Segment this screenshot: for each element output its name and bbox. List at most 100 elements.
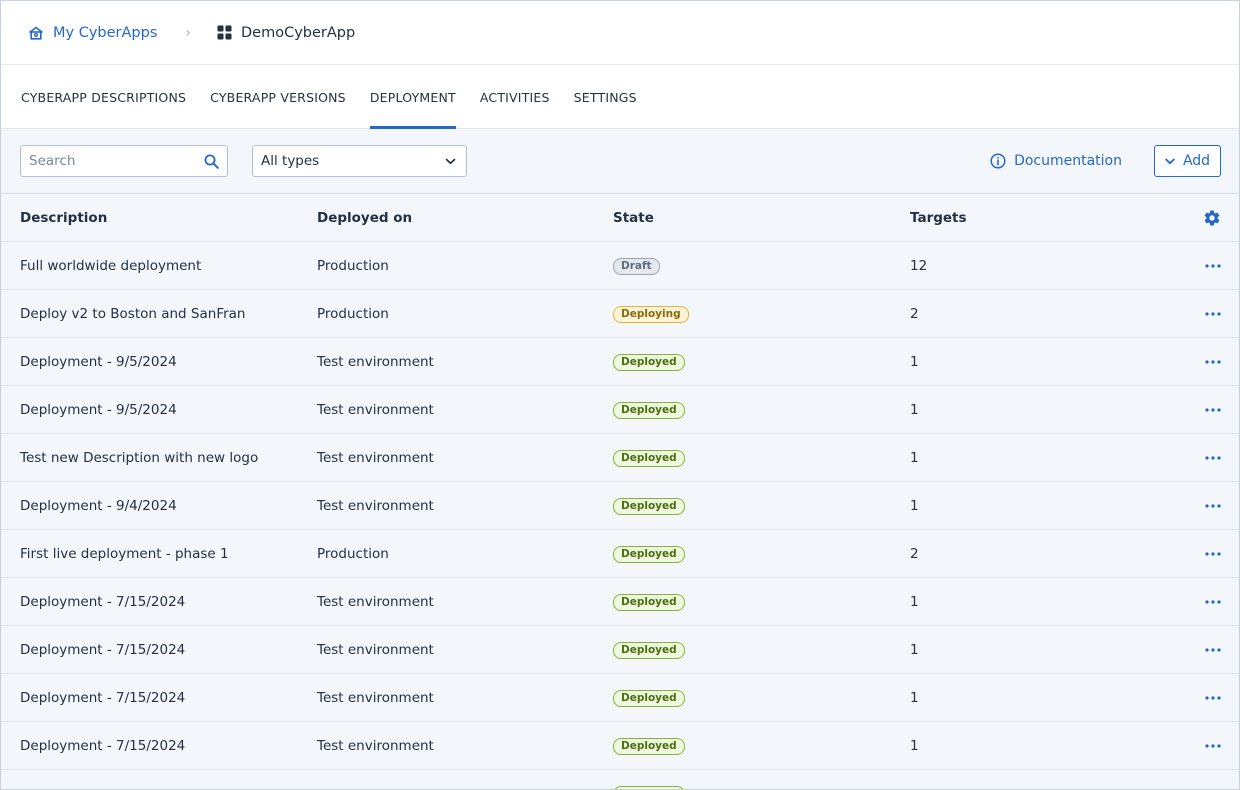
- cell-targets: 12: [910, 257, 928, 274]
- table-body: Full worldwide deployment Production Draft…: [1, 242, 1239, 789]
- cell-state: Draft: [613, 257, 910, 275]
- row-actions-button[interactable]: [1205, 551, 1221, 556]
- row-actions-button[interactable]: [1205, 503, 1221, 508]
- home-icon: [29, 26, 43, 40]
- table-row[interactable]: Deployment - 7/15/2024 Test environment De…: [1, 578, 1239, 626]
- tab-cyberapp-versions[interactable]: CYBERAPP VERSIONS: [210, 65, 346, 128]
- cell-deployed-on: Test environment: [317, 401, 434, 418]
- more-horizontal-icon: [1205, 599, 1221, 604]
- cell-deployed-on: Test environment: [317, 497, 434, 514]
- row-actions-button[interactable]: [1205, 743, 1221, 748]
- table-header-row: Description Deployed on State Targets: [1, 194, 1239, 242]
- tab-settings[interactable]: SETTINGS: [574, 65, 637, 128]
- table-row[interactable]: Deployed: [1, 770, 1239, 789]
- row-actions-button[interactable]: [1205, 647, 1221, 652]
- column-header-targets[interactable]: Targets: [910, 210, 1110, 226]
- column-header-description[interactable]: Description: [20, 210, 317, 226]
- apps-grid-icon: [217, 25, 232, 40]
- row-actions-button[interactable]: [1205, 695, 1221, 700]
- tab-deployment[interactable]: DEPLOYMENT: [369, 65, 456, 129]
- cell-state: Deploying: [613, 305, 910, 323]
- cell-description: Deploy v2 to Boston and SanFran: [20, 305, 246, 322]
- add-button-label: Add: [1182, 153, 1211, 169]
- cell-description: Deployment - 7/15/2024: [20, 737, 186, 754]
- cell-state: Deployed: [613, 593, 910, 611]
- more-horizontal-icon: [1205, 695, 1221, 700]
- tab-cyberapp-descriptions[interactable]: CYBERAPP DESCRIPTIONS: [21, 65, 186, 128]
- cell-deployed-on: Production: [317, 545, 389, 562]
- cell-deployed-on: Test environment: [317, 593, 434, 610]
- cell-deployed-on: Production: [317, 305, 389, 322]
- more-horizontal-icon: [1205, 407, 1221, 412]
- cell-targets: 1: [910, 593, 919, 610]
- cell-targets: 1: [910, 737, 919, 754]
- search-icon[interactable]: [204, 154, 219, 169]
- column-header-state[interactable]: State: [613, 210, 910, 226]
- cell-deployed-on: Test environment: [317, 689, 434, 706]
- table-row[interactable]: Deployment - 7/15/2024 Test environment De…: [1, 722, 1239, 770]
- cell-targets: 1: [910, 689, 919, 706]
- breadcrumb-current-label: DemoCyberApp: [240, 24, 356, 41]
- toolbar: All types Documentation Add: [1, 129, 1239, 194]
- column-header-deployed-on[interactable]: Deployed on: [317, 210, 613, 226]
- cell-targets: 1: [910, 641, 919, 658]
- search-input[interactable]: [29, 153, 204, 169]
- cell-description: Deployment - 7/15/2024: [20, 689, 186, 706]
- breadcrumb-root[interactable]: My CyberApps: [28, 25, 157, 41]
- more-horizontal-icon: [1205, 743, 1221, 748]
- more-horizontal-icon: [1205, 263, 1221, 268]
- info-circle-icon: [990, 153, 1006, 169]
- cell-targets: 1: [910, 449, 919, 466]
- cell-state: Deployed: [613, 689, 910, 707]
- type-filter-select[interactable]: All types: [252, 145, 467, 177]
- cell-state: Deployed: [613, 641, 910, 659]
- chevron-right-icon: ›: [185, 24, 191, 41]
- table-row[interactable]: Full worldwide deployment Production Draft…: [1, 242, 1239, 290]
- table-row[interactable]: Deploy v2 to Boston and SanFran Productio…: [1, 290, 1239, 338]
- status-badge: Deployed: [613, 593, 685, 611]
- chevron-down-icon: [1165, 158, 1175, 164]
- table-row[interactable]: First live deployment - phase 1 Productio…: [1, 530, 1239, 578]
- column-settings-button[interactable]: [1203, 209, 1221, 227]
- breadcrumb-current: DemoCyberApp: [217, 25, 355, 41]
- cell-state: Deployed: [613, 497, 910, 515]
- documentation-link[interactable]: Documentation: [990, 153, 1122, 169]
- row-actions-button[interactable]: [1205, 455, 1221, 460]
- cell-description: Deployment - 9/5/2024: [20, 401, 177, 418]
- documentation-label: Documentation: [1014, 153, 1122, 169]
- row-actions-button[interactable]: [1205, 599, 1221, 604]
- cell-state: Deployed: [613, 401, 910, 419]
- tab-bar: CYBERAPP DESCRIPTIONS CYBERAPP VERSIONS …: [1, 65, 1239, 129]
- table-row[interactable]: Deployment - 9/4/2024 Test environment Dep…: [1, 482, 1239, 530]
- tab-activities[interactable]: ACTIVITIES: [480, 65, 550, 128]
- cell-deployed-on: Test environment: [317, 353, 434, 370]
- cell-state: Deployed: [613, 737, 910, 755]
- app-frame: My CyberApps › DemoCyberApp CYBERAPP DES…: [0, 0, 1240, 790]
- cell-description: Deployment - 9/5/2024: [20, 353, 177, 370]
- row-actions-button[interactable]: [1205, 407, 1221, 412]
- cell-state: Deployed: [613, 785, 910, 789]
- search-box: [20, 145, 228, 177]
- table-row[interactable]: Test new Description with new logo Test e…: [1, 434, 1239, 482]
- status-badge: Deployed: [613, 449, 685, 467]
- status-badge: Draft: [613, 257, 660, 275]
- row-actions-button[interactable]: [1205, 359, 1221, 364]
- status-badge: Deployed: [613, 641, 685, 659]
- row-actions-button[interactable]: [1205, 263, 1221, 268]
- more-horizontal-icon: [1205, 311, 1221, 316]
- cell-description: Deployment - 7/15/2024: [20, 593, 186, 610]
- table-row[interactable]: Deployment - 9/5/2024 Test environment Dep…: [1, 386, 1239, 434]
- table-row[interactable]: Deployment - 7/15/2024 Test environment De…: [1, 626, 1239, 674]
- add-button[interactable]: Add: [1154, 145, 1221, 177]
- table-row[interactable]: Deployment - 7/15/2024 Test environment De…: [1, 674, 1239, 722]
- cell-targets: 1: [910, 353, 919, 370]
- table-row[interactable]: Deployment - 9/5/2024 Test environment Dep…: [1, 338, 1239, 386]
- cell-targets: 2: [910, 305, 919, 322]
- status-badge: Deployed: [613, 737, 685, 755]
- gear-icon: [1204, 210, 1220, 226]
- status-badge: Deployed: [613, 545, 685, 563]
- cell-targets: 1: [910, 497, 919, 514]
- cell-deployed-on: Test environment: [317, 641, 434, 658]
- cell-description: Test new Description with new logo: [20, 449, 259, 466]
- row-actions-button[interactable]: [1205, 311, 1221, 316]
